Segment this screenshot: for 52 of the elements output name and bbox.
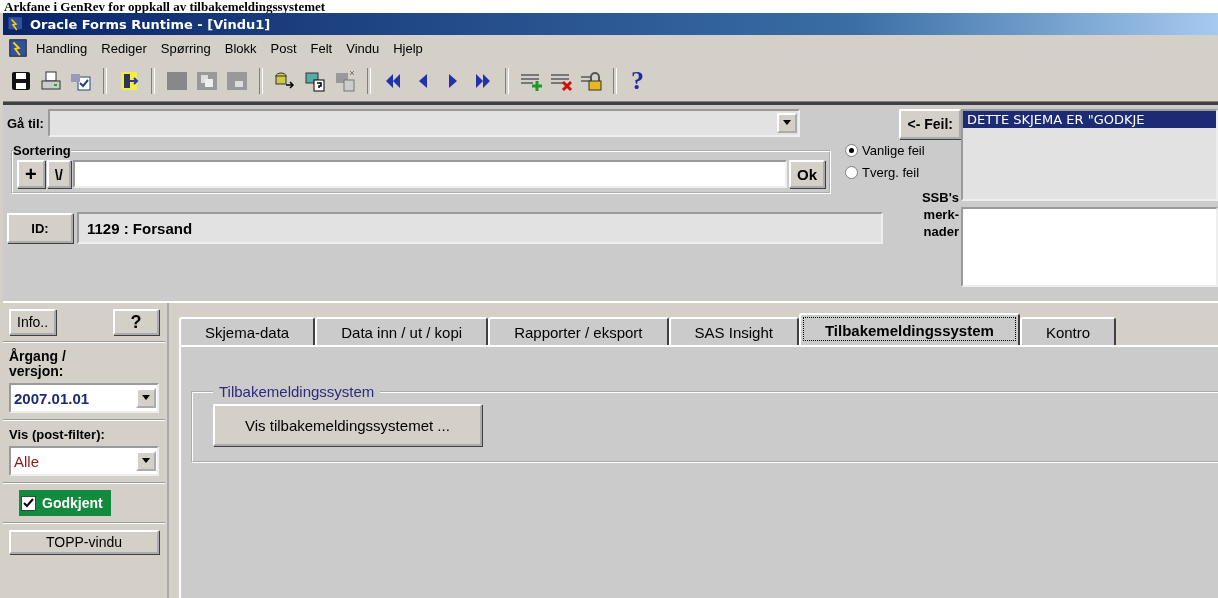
sorting-field[interactable] <box>73 160 787 188</box>
menu-item[interactable]: Post <box>263 38 304 58</box>
approved-checkbox[interactable]: Godkjent <box>19 490 111 516</box>
id-field[interactable]: 1129 : Forsand <box>77 212 883 244</box>
menu-item[interactable]: Hjelp <box>386 38 430 58</box>
sort-order-button[interactable]: \/ <box>46 160 72 188</box>
dropdown-button[interactable] <box>776 113 797 133</box>
tab[interactable]: Tilbakemeldingssystem <box>798 313 1020 345</box>
help-button[interactable]: ? <box>113 309 159 335</box>
error-mode-radio[interactable]: Tverg. feil <box>845 161 961 183</box>
printer-icon[interactable] <box>39 69 63 93</box>
radio-dot-icon <box>849 147 854 153</box>
app-icon[interactable] <box>7 36 29 60</box>
show-feedback-button[interactable]: Vis tilbakemeldingssystemet ... <box>213 404 482 446</box>
group-title: Tilbakemeldingssystem <box>218 383 376 400</box>
ok-button[interactable]: Ok <box>789 160 825 188</box>
checkmark-icon <box>23 497 34 509</box>
info-button[interactable]: Info.. <box>9 309 57 335</box>
menu-item[interactable]: Blokk <box>217 38 264 58</box>
add-sort-button[interactable]: + <box>17 160 45 188</box>
caret-icon <box>781 120 792 126</box>
window-title: Oracle Forms Runtime - [Vindu1] <box>30 16 271 32</box>
id-button[interactable]: ID: <box>7 213 73 243</box>
menu-item[interactable]: Spørring <box>153 38 218 58</box>
tab[interactable]: Kontro <box>1019 317 1117 345</box>
filter-label: Vis (post-filter): <box>9 427 106 442</box>
document-caption: Arkfane i GenRev for oppkall av tilbakemeldingssystemet <box>3 0 327 13</box>
menu-item[interactable]: Handling <box>29 38 95 58</box>
caret-icon <box>141 395 151 401</box>
year-dropdown[interactable]: 2007.01.01 <box>9 383 159 413</box>
tab[interactable]: Rapporter / eksport <box>488 317 669 345</box>
dropdown-button[interactable] <box>136 451 156 471</box>
help-button[interactable]: ? <box>627 68 648 94</box>
padlock-icon[interactable] <box>579 69 603 93</box>
remarks-field[interactable] <box>961 207 1218 287</box>
tab[interactable]: Data inn / ut / kopi <box>315 317 489 345</box>
goto-label: Gå til: <box>7 115 44 131</box>
tab[interactable]: Skjema-data <box>179 317 316 345</box>
menu-item[interactable]: Felt <box>303 38 340 58</box>
filter-dropdown[interactable]: Alle <box>9 446 159 476</box>
error-mode-radio[interactable]: Vanlige feil <box>845 139 961 161</box>
caret-icon <box>141 458 151 464</box>
top-window-button[interactable]: TOPP-vindu <box>9 530 159 554</box>
tab[interactable]: SAS Insight <box>668 317 799 345</box>
menu-item[interactable]: Rediger <box>94 38 154 58</box>
sorting-title: Sortering <box>13 143 71 158</box>
error-message[interactable]: DETTE SKJEMA ER "GODKJE <box>963 111 1216 128</box>
dropdown-button[interactable] <box>136 388 156 408</box>
error-button[interactable]: <- Feil: <box>899 109 961 139</box>
remarks-label: SSB's merk- nader <box>920 189 960 240</box>
year-label: Årgang / versjon: <box>9 349 67 379</box>
menu-item[interactable]: Vindu <box>339 38 387 58</box>
